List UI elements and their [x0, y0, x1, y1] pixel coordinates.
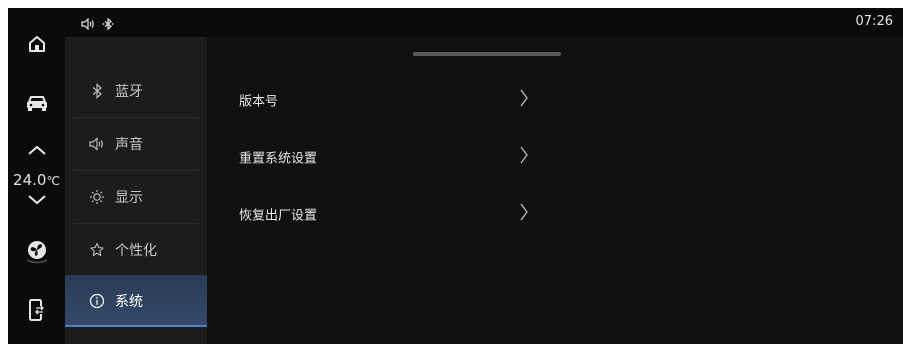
car-icon [26, 96, 47, 111]
sidebar-item-label: 声音 [115, 137, 143, 153]
temperature-unit: ℃ [46, 174, 60, 188]
vehicle-button[interactable] [8, 93, 65, 113]
chevron-up-icon [27, 145, 46, 155]
row-reset-system-settings[interactable]: 重置系统设置 [239, 137, 539, 177]
system-settings-panel: 版本号 重置系统设置 恢复出厂设置 [207, 37, 903, 344]
sidebar-item-label: 蓝牙 [115, 84, 143, 100]
chevron-right-icon [519, 88, 529, 112]
temperature-value: 24.0 [13, 171, 47, 189]
sidebar-item-label: 系统 [115, 294, 143, 310]
sidebar-item-display[interactable]: 显示 [65, 171, 207, 223]
phone-connect-button[interactable] [8, 299, 65, 321]
row-version[interactable]: 版本号 [239, 80, 539, 120]
row-label: 重置系统设置 [239, 151, 318, 167]
settings-sidebar: 蓝牙 声音 显示 个性化 系统 [65, 37, 207, 344]
fan-icon [26, 241, 47, 264]
chevron-right-icon [519, 145, 529, 169]
phone-connect-icon [28, 299, 44, 321]
sidebar-item-label: 显示 [115, 190, 143, 206]
chevron-right-icon [519, 202, 529, 226]
temp-up-button[interactable] [8, 144, 65, 156]
volume-icon [81, 15, 95, 34]
home-icon [28, 36, 45, 52]
screen: 24.0℃ 07:26 蓝牙 声音 显示 个性化 系统 版本号 重置系统设置 恢… [0, 0, 903, 344]
temp-down-button[interactable] [8, 194, 65, 206]
chevron-down-icon [27, 195, 46, 205]
fan-button[interactable] [8, 238, 65, 266]
drag-handle[interactable] [413, 52, 561, 56]
row-label: 恢复出厂设置 [239, 208, 318, 224]
temperature-readout: 24.0℃ [8, 171, 65, 189]
volume-icon [89, 136, 105, 152]
row-label: 版本号 [239, 94, 279, 110]
bluetooth-icon [89, 83, 105, 99]
left-dock: 24.0℃ [8, 8, 65, 344]
row-factory-reset[interactable]: 恢复出厂设置 [239, 194, 539, 234]
sidebar-item-system[interactable]: 系统 [65, 275, 207, 327]
brightness-icon [89, 189, 105, 205]
info-icon [89, 293, 105, 309]
home-button[interactable] [8, 34, 65, 54]
sidebar-item-label: 个性化 [115, 243, 157, 259]
sidebar-item-bluetooth[interactable]: 蓝牙 [65, 65, 207, 117]
clock: 07:26 [855, 14, 893, 29]
status-bar: 07:26 [65, 8, 903, 37]
sidebar-item-personalize[interactable]: 个性化 [65, 224, 207, 276]
personalize-icon [89, 242, 105, 258]
bluetooth-icon [102, 15, 114, 34]
sidebar-item-sound[interactable]: 声音 [65, 118, 207, 170]
